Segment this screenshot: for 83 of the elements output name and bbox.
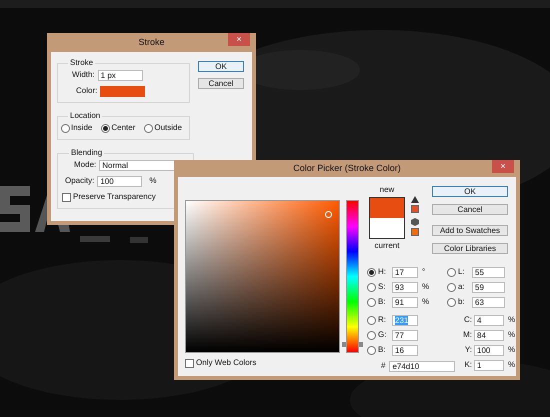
field-label: b: [458, 296, 466, 308]
window-title: Color Picker (Stroke Color) [293, 162, 401, 175]
slider-thumb[interactable] [342, 342, 363, 348]
value-field[interactable]: 93 [392, 282, 418, 292]
dialog-button[interactable]: Add to Swatches [432, 225, 508, 236]
dialog-button[interactable]: OK [432, 186, 508, 197]
dialog-button[interactable]: Color Libraries [432, 243, 508, 254]
unit-label: % [508, 329, 516, 341]
close-button[interactable]: × [228, 33, 250, 46]
color-swatch[interactable] [100, 86, 146, 96]
unit-label: % [422, 281, 430, 293]
value-field[interactable]: 63 [472, 296, 505, 308]
window-title: Stroke [138, 36, 164, 49]
field-label: S: [378, 281, 387, 293]
picker-cursor-icon [325, 211, 332, 218]
radio-button[interactable] [367, 268, 376, 276]
radio-label[interactable]: Inside [71, 122, 92, 134]
radio-button[interactable] [367, 330, 376, 340]
field-label: Mode: [74, 159, 96, 171]
warning-icon [411, 196, 419, 203]
radio-button[interactable] [144, 124, 154, 132]
field-label: Color: [76, 85, 98, 97]
value-field[interactable]: 84 [474, 330, 504, 340]
value-field[interactable]: 4 [474, 314, 504, 326]
field-label: C: [463, 314, 473, 326]
dialog-button[interactable]: Cancel [198, 78, 244, 89]
hex-field[interactable]: e74d10 [389, 360, 456, 372]
checkbox-label[interactable]: Only Web Colors [196, 357, 256, 369]
gamut-swatch[interactable] [411, 205, 419, 213]
hex-label: # [381, 360, 386, 372]
close-button[interactable]: × [492, 160, 514, 173]
field-label: B: [378, 296, 387, 308]
value-field[interactable]: 1 [474, 360, 504, 370]
value-field[interactable]: 16 [392, 344, 418, 356]
unit-label: % [149, 175, 156, 187]
group-label: Blending [70, 147, 104, 159]
new-label: new [380, 184, 394, 196]
radio-button[interactable] [447, 282, 456, 292]
field-label: M: [462, 329, 473, 341]
radio-label[interactable]: Center [111, 122, 136, 134]
value-field[interactable]: 55 [472, 266, 505, 278]
dialog-button[interactable]: Cancel [432, 204, 508, 215]
checkbox-label[interactable]: Preserve Transparency [73, 191, 156, 203]
field-label: Opacity: [65, 175, 94, 187]
value-field[interactable]: 91 [392, 296, 418, 308]
field-label: a: [458, 281, 466, 293]
unit-label: % [508, 314, 516, 326]
opacity-field[interactable]: 100 [97, 176, 142, 186]
radio-button[interactable] [367, 316, 376, 324]
value-field[interactable]: 77 [392, 330, 418, 340]
radio-button[interactable] [447, 298, 456, 306]
checkbox[interactable] [185, 358, 194, 368]
field-label: B: [378, 344, 387, 356]
radio-button[interactable] [367, 282, 376, 292]
value-field[interactable]: 100 [474, 344, 504, 356]
value-field[interactable]: 17 [392, 266, 418, 278]
radio-label[interactable]: Outside [154, 122, 182, 134]
cube-icon [411, 218, 419, 226]
radio-button[interactable] [367, 346, 376, 354]
color-field[interactable] [185, 200, 340, 353]
field-label: R: [378, 314, 387, 326]
group-label: Stroke [69, 57, 94, 69]
unit-label: % [508, 359, 516, 371]
radio-button[interactable] [101, 124, 110, 132]
unit-label: ° [422, 266, 426, 278]
radio-button[interactable] [367, 298, 376, 306]
field-label: L: [458, 266, 466, 278]
field-label: K: [463, 359, 473, 371]
unit-label: % [508, 344, 516, 356]
radio-button[interactable] [61, 124, 70, 132]
value-field[interactable]: 59 [472, 282, 505, 292]
checkbox[interactable] [62, 192, 71, 202]
field-label: H: [378, 266, 387, 278]
dialog-button[interactable]: OK [198, 61, 244, 72]
radio-button[interactable] [447, 268, 456, 276]
field-label: G: [378, 329, 388, 341]
width-field[interactable]: 1 px [98, 70, 143, 80]
group-label: Location [69, 110, 102, 122]
field-label: Y: [464, 344, 473, 356]
current-label: current [374, 240, 400, 252]
unit-label: % [422, 296, 430, 308]
web-color-swatch[interactable] [411, 228, 419, 236]
field-label: Width: [72, 69, 95, 81]
